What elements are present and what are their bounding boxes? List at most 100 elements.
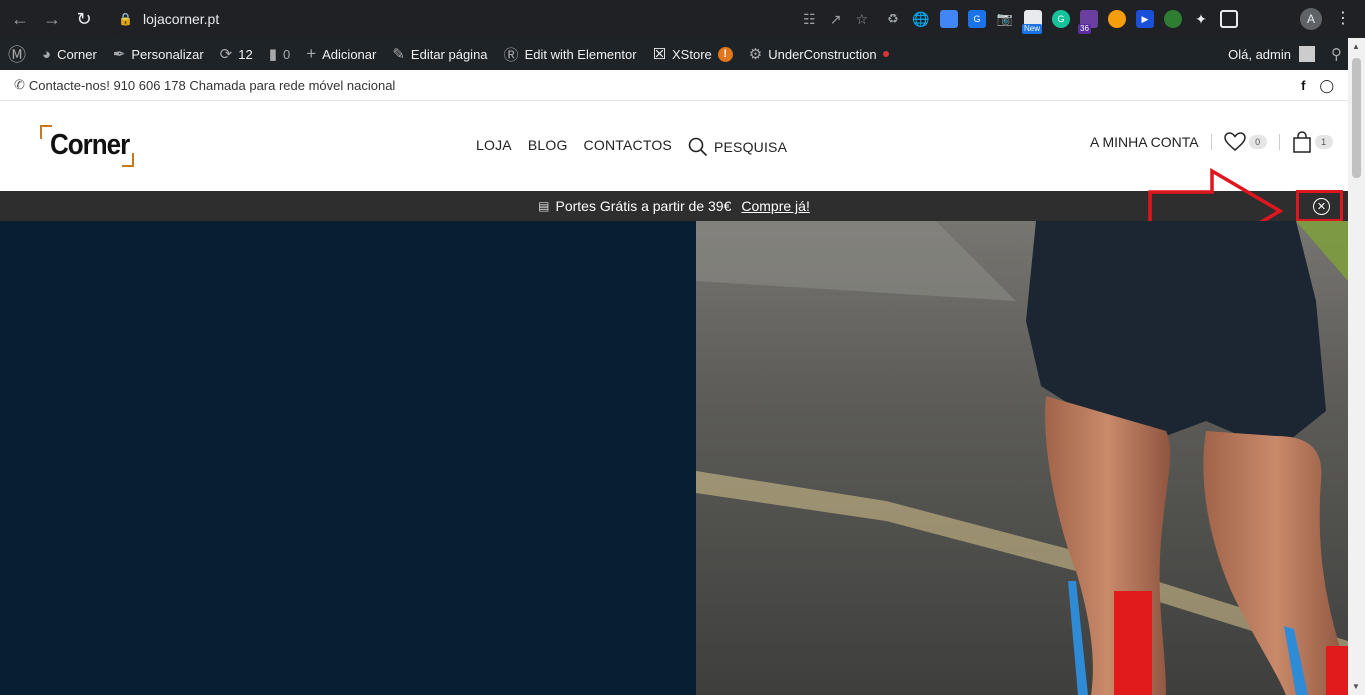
wordpress-logo[interactable]: Ⓜ	[0, 38, 34, 70]
translate-icon[interactable]: ☷	[803, 11, 816, 28]
add-new-label: Adicionar	[322, 46, 377, 62]
site-header: Corner LOJA BLOG CONTACTOS PESQUISA A MI…	[0, 101, 1348, 191]
translate-extension-icon[interactable]: G	[968, 10, 986, 28]
grammarly-extension-icon[interactable]: G	[1052, 10, 1070, 28]
video-extension-icon[interactable]: ▶	[1136, 10, 1154, 28]
url-text: lojacorner.pt	[142, 11, 220, 27]
elementor-link[interactable]: Ⓡ Edit with Elementor	[496, 38, 645, 70]
shopping-bag-icon	[1292, 131, 1311, 153]
extension-count-badge: 36	[1078, 24, 1091, 34]
scrollbar-thumb[interactable]	[1352, 58, 1361, 178]
camera-extension-icon[interactable]: 📷	[996, 10, 1014, 28]
promo-cta-link[interactable]: Compre já!	[741, 198, 809, 214]
phone-icon: ✆	[14, 77, 25, 92]
xstore-alert-badge: !	[717, 46, 733, 62]
my-account-link[interactable]: A MINHA CONTA	[1090, 134, 1199, 150]
extensions-area: ♻ 🌐 G 📷 New G 36 ▶ ✦	[884, 6, 1238, 34]
nav-item-blog[interactable]: BLOG	[528, 137, 568, 157]
promo-banner: ▤ Portes Grátis a partir de 39€ Compre j…	[0, 191, 1348, 221]
nav-item-loja[interactable]: LOJA	[476, 137, 512, 157]
back-button[interactable]: ←	[4, 0, 36, 38]
counter-extension-icon[interactable]: 36	[1078, 10, 1098, 34]
comments-link[interactable]: ▮ 0	[261, 38, 299, 70]
customize-label: Personalizar	[131, 46, 204, 62]
nav-search[interactable]: PESQUISA	[688, 137, 787, 157]
cart-count: 1	[1314, 135, 1333, 149]
divider	[1210, 134, 1212, 150]
under-construction-link[interactable]: ⚙ UnderConstruction	[741, 38, 897, 70]
docs-extension-icon[interactable]	[940, 10, 958, 28]
new-badge: New	[1022, 24, 1043, 34]
search-icon[interactable]: ⚲	[1331, 45, 1342, 63]
header-actions: A MINHA CONTA 0 1	[1090, 131, 1333, 153]
edit-page-label: Editar página	[410, 46, 488, 62]
status-dot	[882, 51, 889, 57]
shield-extension-icon[interactable]	[1164, 10, 1182, 28]
nav-item-contactos[interactable]: CONTACTOS	[584, 137, 672, 157]
edit-page-link[interactable]: ✎ Editar página	[384, 38, 495, 70]
contact-topbar: ✆ Contacte-nos! 910 606 178 Chamada para…	[0, 70, 1348, 101]
globe-extension-icon[interactable]: 🌐	[912, 10, 930, 28]
xstore-icon: ☒	[652, 46, 667, 63]
dashboard-icon: ◕	[42, 45, 52, 63]
gear-icon: ⚙	[748, 46, 763, 63]
updates-count: 12	[238, 46, 253, 62]
admin-avatar[interactable]	[1299, 46, 1315, 62]
lock-icon: 🔒	[118, 12, 133, 26]
logo-text: Corner	[50, 127, 130, 161]
xstore-link[interactable]: ☒ XStore !	[645, 38, 741, 70]
recycle-extension-icon[interactable]: ♻	[884, 10, 902, 28]
site-name-label: Corner	[57, 46, 97, 62]
heart-icon	[1223, 132, 1246, 151]
greeting-label[interactable]: Olá, admin	[1228, 47, 1291, 62]
comment-icon: ▮	[268, 46, 277, 63]
annotation-highlight-box	[1296, 190, 1343, 222]
add-new-link[interactable]: + Adicionar	[298, 38, 384, 70]
under-construction-label: UnderConstruction	[768, 46, 877, 62]
main-navigation: LOJA BLOG CONTACTOS PESQUISA	[476, 137, 787, 157]
nav-item-pesquisa: PESQUISA	[713, 139, 788, 155]
updates-icon: ⟳	[219, 46, 233, 63]
profile-avatar[interactable]: A	[1300, 8, 1322, 30]
hero-left-panel	[0, 221, 696, 695]
divider	[1278, 134, 1280, 150]
promo-text: Portes Grátis a partir de 39€	[555, 198, 732, 214]
wp-admin-bar: Ⓜ ◕ Corner ✒ Personalizar ⟳ 12 ▮ 0 + Adi…	[0, 38, 1348, 70]
ticket-icon: ▤	[538, 199, 550, 213]
site-logo[interactable]: Corner	[40, 125, 134, 167]
hero-image	[696, 221, 1348, 695]
site-name-link[interactable]: ◕ Corner	[34, 38, 105, 70]
wishlist-button[interactable]: 0	[1223, 132, 1267, 152]
puzzle-extensions-icon[interactable]: ✦	[1192, 10, 1210, 28]
facebook-icon[interactable]: f	[1301, 78, 1305, 93]
xstore-label: XStore	[672, 46, 712, 62]
updates-link[interactable]: ⟳ 12	[212, 38, 261, 70]
forward-button[interactable]: →	[36, 0, 68, 38]
sidepanel-icon[interactable]	[1220, 10, 1238, 28]
contact-text: Contacte-nos! 910 606 178 Chamada para r…	[28, 77, 396, 93]
bookmark-star-icon[interactable]: ☆	[855, 11, 868, 28]
instagram-icon[interactable]: ◯	[1319, 78, 1334, 94]
share-icon[interactable]: ↗	[830, 11, 842, 28]
customize-link[interactable]: ✒ Personalizar	[105, 38, 212, 70]
cart-button[interactable]: 1	[1292, 131, 1333, 153]
menu-kebab-icon[interactable]: ⋮	[1335, 8, 1351, 28]
address-bar[interactable]: 🔒 lojacorner.pt ☷ ↗ ☆	[106, 5, 876, 33]
scroll-down-arrow-icon[interactable]: ▼	[1352, 682, 1360, 691]
wishlist-count: 0	[1248, 135, 1267, 149]
elementor-label: Edit with Elementor	[524, 46, 637, 62]
runner-photo	[696, 221, 1348, 695]
wordpress-icon: Ⓜ	[8, 45, 26, 65]
reload-button[interactable]: ↻	[68, 0, 100, 38]
plus-icon: +	[306, 44, 317, 63]
pencil-icon: ✎	[392, 46, 405, 63]
comments-count: 0	[282, 46, 291, 62]
scroll-up-arrow-icon[interactable]: ▲	[1352, 42, 1360, 51]
half-circle-extension-icon[interactable]	[1108, 10, 1126, 28]
search-icon	[688, 137, 708, 157]
elementor-icon: Ⓡ	[503, 46, 519, 64]
page-scrollbar[interactable]: ▲ ▼	[1348, 38, 1365, 695]
brush-icon: ✒	[112, 46, 126, 63]
news-extension-icon[interactable]: New	[1022, 10, 1043, 34]
browser-toolbar: ← → ↻ 🔒 lojacorner.pt ☷ ↗ ☆ ♻ 🌐 G 📷 New …	[0, 0, 1365, 38]
